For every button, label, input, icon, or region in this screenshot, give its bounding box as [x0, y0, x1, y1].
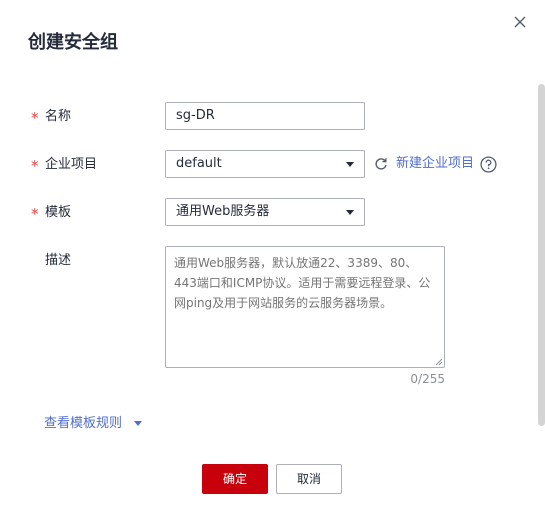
character-counter: 0/255	[410, 372, 445, 386]
confirm-button[interactable]: 确定	[202, 464, 268, 494]
close-button[interactable]	[510, 12, 530, 32]
close-icon	[514, 16, 526, 28]
cancel-button[interactable]: 取消	[276, 464, 342, 494]
template-value: 通用Web服务器	[176, 204, 270, 219]
caret-down-icon	[134, 420, 143, 426]
enterprise-project-value: default	[176, 156, 222, 171]
view-template-rules-link: 查看模板规则	[44, 416, 123, 431]
description-textarea[interactable]	[165, 246, 445, 368]
help-button[interactable]	[480, 156, 497, 173]
refresh-icon	[375, 158, 387, 170]
enterprise-project-select[interactable]: default	[165, 150, 365, 178]
caret-down-icon	[346, 162, 354, 167]
help-circle-icon	[480, 156, 497, 173]
description-label: 描述	[45, 253, 72, 268]
caret-down-icon	[346, 210, 354, 215]
view-template-rules-toggle[interactable]: 查看模板规则	[44, 412, 143, 431]
required-star: *	[31, 109, 39, 127]
create-enterprise-project-link[interactable]: 新建企业项目	[396, 155, 474, 173]
required-star: *	[31, 157, 39, 175]
name-label: 名称	[45, 109, 72, 124]
name-input[interactable]: sg-DR	[165, 102, 365, 130]
resize-grip-icon[interactable]	[435, 358, 443, 366]
template-label: 模板	[45, 205, 72, 220]
refresh-button[interactable]	[374, 156, 390, 172]
create-security-group-dialog: 创建安全组 * 名称 sg-DR * 企业项目 default 新建企业项目 *…	[0, 0, 545, 522]
enterprise-project-label: 企业项目	[45, 157, 98, 172]
dialog-title: 创建安全组	[28, 32, 118, 53]
scrollbar[interactable]	[538, 84, 545, 426]
required-star: *	[31, 205, 39, 223]
template-select[interactable]: 通用Web服务器	[165, 198, 365, 226]
